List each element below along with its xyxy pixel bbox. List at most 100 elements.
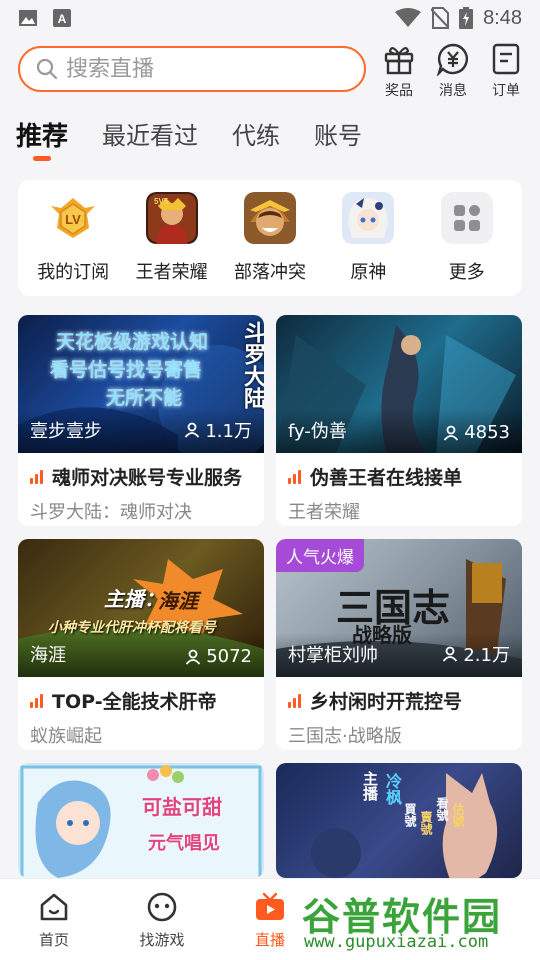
- quick-link-clash-of-clans[interactable]: 部落冲突: [224, 192, 316, 284]
- thumbnail-text: 斗罗大陆: [240, 321, 264, 409]
- tab-recommend[interactable]: 推荐: [16, 116, 69, 161]
- viewer-count: 2.1万: [442, 641, 510, 667]
- battery-charging-icon: [459, 7, 474, 29]
- tab-label: 账号: [314, 122, 363, 150]
- viewer-count-value: 4853: [464, 422, 510, 443]
- quick-link-honor-of-kings[interactable]: 5V5 王者荣耀: [126, 192, 218, 284]
- thumbnail-text: 无所不能: [106, 387, 183, 409]
- live-bars-icon: [288, 469, 304, 484]
- stream-card[interactable]: 人气火爆 三国志 战略版 村掌柜刘帅 2.1万 乡村闲时开荒控号 三国志·战略版: [276, 539, 522, 750]
- app-notification-icon: A: [53, 9, 71, 27]
- game-name: 三国志·战略版: [288, 726, 402, 747]
- order-button[interactable]: 订单: [484, 42, 528, 100]
- quick-link-label: 更多: [448, 262, 485, 283]
- quick-link-subscription[interactable]: LV 我的订阅: [27, 192, 119, 284]
- viewer-count: 1.1万: [184, 417, 252, 443]
- watermark: 谷普软件园 www.gupuxiazai.com: [296, 886, 540, 954]
- search-bar[interactable]: [18, 46, 366, 92]
- genshin-icon: [342, 192, 395, 244]
- thumbnail-text: 天花板级游戏认知: [56, 331, 209, 353]
- header: 奖品 消息 订单: [0, 36, 540, 106]
- thumbnail-text: 海涯: [158, 589, 198, 613]
- quick-link-genshin[interactable]: 原神: [322, 192, 414, 284]
- order-label: 订单: [492, 83, 520, 99]
- thumbnail-text: 估號: [451, 803, 465, 827]
- image-notification-icon: [19, 10, 37, 26]
- thumbnail-text: 主播：: [104, 587, 164, 611]
- svg-text:LV: LV: [65, 212, 81, 227]
- anchor-name: 壹步壹步: [30, 421, 102, 442]
- tab-label: 代练: [232, 122, 281, 150]
- thumbnail-text: 看号估号找号寄售: [50, 359, 203, 381]
- popularity-badge: 人气火爆: [276, 539, 364, 572]
- thumbnail-art: [20, 765, 262, 878]
- svg-text:5V5: 5V5: [154, 197, 169, 206]
- quick-link-more[interactable]: 更多: [421, 192, 513, 284]
- stream-title: 伪善王者在线接单: [310, 467, 463, 489]
- person-icon: [185, 422, 200, 438]
- search-input[interactable]: [66, 56, 326, 82]
- thumbnail-text: 賣號: [419, 811, 433, 835]
- viewer-count-value: 2.1万: [463, 645, 510, 666]
- person-icon: [443, 646, 458, 662]
- stream-thumbnail: 主播： 海涯 小种专业代肝冲杯配将看号 海涯 5072: [18, 539, 264, 677]
- thumbnail-text: 看號: [435, 797, 449, 821]
- tab-account[interactable]: 账号: [314, 116, 362, 151]
- nav-label: 首页: [38, 931, 69, 949]
- message-button[interactable]: 消息: [431, 42, 475, 100]
- anchor-name: 海涯: [30, 645, 66, 666]
- live-bars-icon: [288, 693, 304, 708]
- clock: 8:48: [483, 6, 522, 29]
- stream-title: 乡村闲时开荒控号: [310, 691, 463, 713]
- stream-thumbnail: 主播 冷枫 買號 賣號 看號 估號: [276, 763, 522, 878]
- lv-badge-icon: LV: [51, 198, 96, 238]
- category-tabs: 推荐 最近看过 代练 账号: [0, 116, 540, 166]
- prize-button[interactable]: 奖品: [377, 42, 421, 100]
- nav-find-games[interactable]: 找游戏: [108, 879, 216, 960]
- message-yen-icon: [436, 43, 468, 76]
- stream-card[interactable]: 主播： 海涯 小种专业代肝冲杯配将看号 海涯 5072 TOP-全能技术肝帝 蚁…: [18, 539, 264, 750]
- stream-thumbnail: fy-伪善 4853: [276, 315, 522, 453]
- tab-recently-watched[interactable]: 最近看过: [102, 116, 198, 151]
- viewer-count-value: 1.1万: [205, 421, 252, 442]
- quick-links: LV 我的订阅 5V5 王者荣耀 部落冲突 原神 更多: [18, 180, 522, 296]
- prize-label: 奖品: [385, 83, 413, 99]
- watermark-url: www.gupuxiazai.com: [304, 932, 489, 952]
- grid-more-icon: [440, 192, 493, 244]
- no-sim-icon: [431, 7, 450, 29]
- anchor-name: 村掌柜刘帅: [288, 645, 378, 666]
- stream-thumbnail: 天花板级游戏认知 看号估号找号寄售 无所不能 斗罗大陆 壹步壹步 1.1万: [18, 315, 264, 453]
- tab-boosting[interactable]: 代练: [232, 116, 280, 151]
- message-label: 消息: [439, 83, 467, 99]
- tab-label: 推荐: [16, 122, 69, 152]
- search-icon: [36, 58, 58, 80]
- viewer-count: 4853: [443, 422, 510, 443]
- game-name: 王者荣耀: [288, 502, 360, 523]
- thumbnail-text: 元气唱见: [148, 833, 220, 854]
- stream-thumbnail: 可盐可甜 元气唱见: [18, 763, 264, 878]
- nav-label: 找游戏: [139, 931, 185, 949]
- game-name: 蚁族崛起: [30, 726, 102, 747]
- stream-card[interactable]: fy-伪善 4853 伪善王者在线接单 王者荣耀: [276, 315, 522, 526]
- stream-card[interactable]: 可盐可甜 元气唱见: [18, 763, 264, 878]
- honor-of-kings-icon: 5V5: [145, 192, 198, 244]
- stream-card[interactable]: 天花板级游戏认知 看号估号找号寄售 无所不能 斗罗大陆 壹步壹步 1.1万 魂师…: [18, 315, 264, 526]
- viewer-count: 5072: [185, 646, 252, 667]
- stream-card[interactable]: 主播 冷枫 買號 賣號 看號 估號: [276, 763, 522, 878]
- stream-thumbnail: 人气火爆 三国志 战略版 村掌柜刘帅 2.1万: [276, 539, 522, 677]
- active-tab-indicator: [33, 156, 51, 161]
- nav-home[interactable]: 首页: [0, 879, 108, 960]
- stream-title: TOP-全能技术肝帝: [52, 691, 217, 713]
- tv-icon: [256, 892, 284, 920]
- thumbnail-text: 買號: [403, 803, 417, 827]
- thumbnail-text: 冷枫: [383, 773, 402, 805]
- quick-link-label: 我的订阅: [37, 262, 110, 283]
- gift-icon: [384, 47, 414, 75]
- live-bars-icon: [30, 469, 46, 484]
- wifi-icon: [395, 8, 422, 27]
- clash-of-clans-icon: [243, 192, 296, 244]
- quick-link-label: 部落冲突: [233, 262, 306, 283]
- home-icon: [40, 893, 68, 921]
- game-name: 斗罗大陆：魂师对决: [30, 502, 192, 523]
- thumbnail-text: 可盐可甜: [142, 795, 222, 819]
